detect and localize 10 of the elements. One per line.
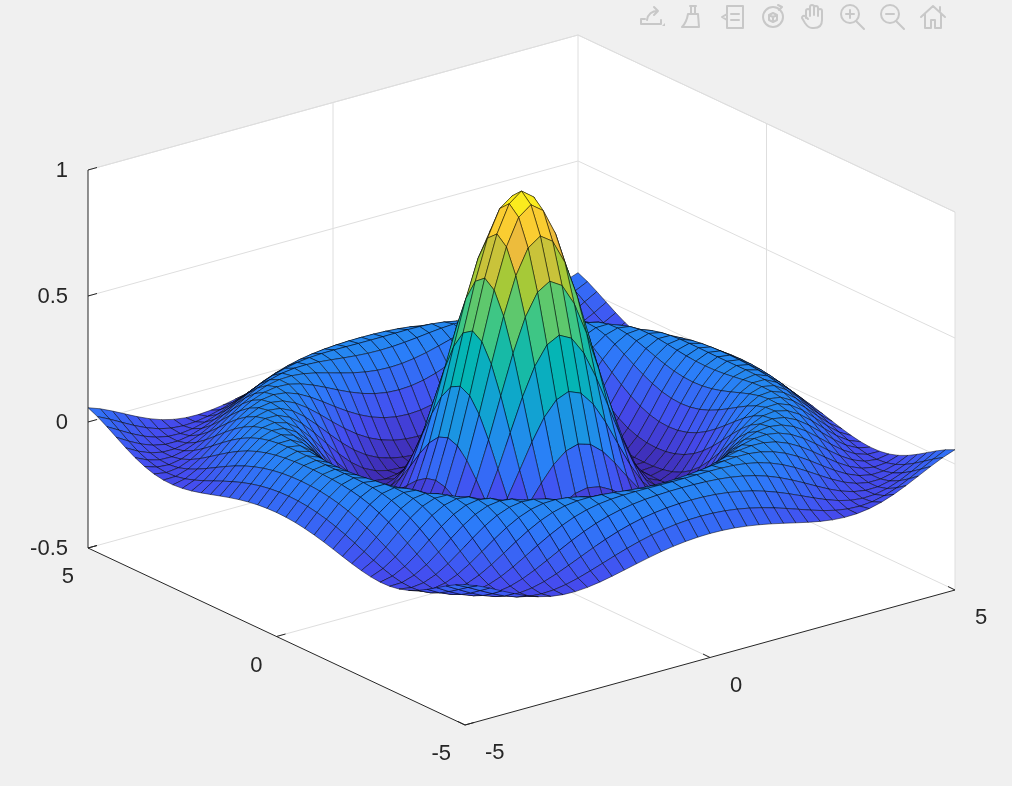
tick-label: 1 [55,159,68,181]
tick-label: 0.5 [37,285,68,307]
tick-label: 5 [61,565,74,587]
tick-label: 0 [250,653,263,676]
tick-label: 0 [730,673,743,696]
tick-label: -0.5 [30,537,68,559]
tick-label: 0 [55,411,68,433]
tick-label: 5 [975,606,988,628]
tick-label: -5 [431,742,451,764]
tick-label: -5 [485,741,505,763]
